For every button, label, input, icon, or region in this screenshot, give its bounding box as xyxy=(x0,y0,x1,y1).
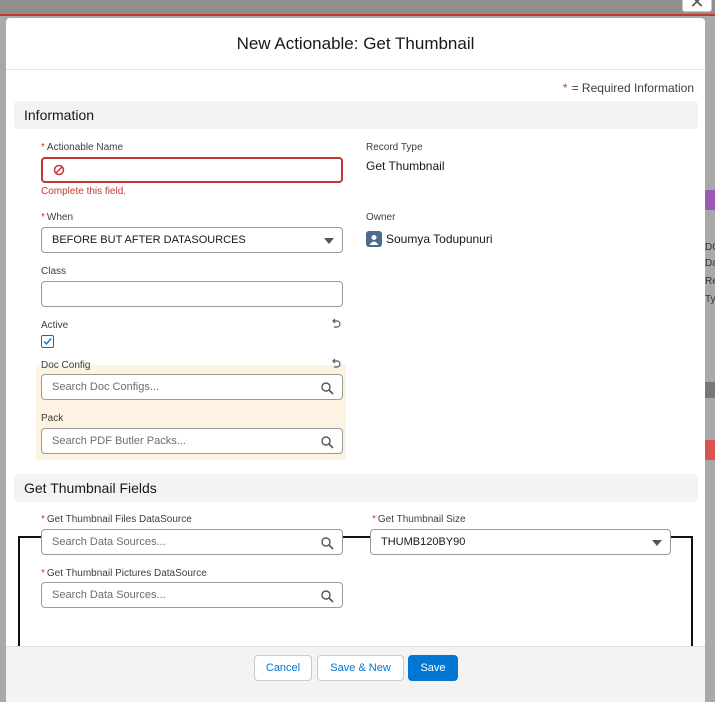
actionable-name-input[interactable] xyxy=(41,157,343,183)
search-icon xyxy=(321,590,334,603)
actionable-name-error: Complete this field. xyxy=(41,186,127,197)
section-title: Get Thumbnail Fields xyxy=(24,480,157,496)
record-type-value: Get Thumbnail xyxy=(366,159,445,173)
actionable-name-label: * Actionable Name xyxy=(41,142,124,153)
section-title: Information xyxy=(24,107,95,123)
close-icon: ✕ xyxy=(689,0,705,12)
active-label: Active xyxy=(41,320,69,331)
backdrop-fragment: DO xyxy=(705,242,715,253)
modal-title: New Actionable: Get Thumbnail xyxy=(236,33,475,53)
chevron-down-icon xyxy=(324,238,334,244)
avatar xyxy=(366,231,382,247)
error-icon xyxy=(53,164,65,176)
cancel-button[interactable]: Cancel xyxy=(254,655,312,681)
search-icon xyxy=(321,436,334,449)
backdrop-fragment: Ty xyxy=(705,294,715,305)
backdrop-purple-tag xyxy=(705,190,715,210)
owner-label: Owner xyxy=(366,212,396,223)
pack-lookup[interactable]: Search PDF Butler Packs... xyxy=(41,428,343,454)
close-button[interactable]: ✕ xyxy=(682,0,712,12)
files-datasource-label: * Get Thumbnail Files DataSource xyxy=(41,514,192,525)
search-icon xyxy=(321,382,334,395)
backdrop-pink-tag xyxy=(705,440,715,460)
modal-footer: Cancel Save & New Save xyxy=(6,646,705,702)
doc-config-lookup[interactable]: Search Doc Configs... xyxy=(41,374,343,400)
class-label: Class xyxy=(41,266,67,277)
class-input[interactable] xyxy=(41,281,343,307)
checkmark-icon xyxy=(43,338,52,346)
when-label: * When xyxy=(41,212,74,223)
undo-icon[interactable] xyxy=(330,317,342,329)
chevron-down-icon xyxy=(652,540,662,546)
save-button[interactable]: Save xyxy=(408,655,458,681)
modal-body: * = Required Information Information * Act… xyxy=(6,70,705,662)
pictures-datasource-lookup[interactable]: Search Data Sources... xyxy=(41,582,343,608)
modal-dialog: New Actionable: Get Thumbnail * = Require… xyxy=(6,18,705,702)
undo-icon[interactable] xyxy=(330,357,342,369)
pack-label: Pack xyxy=(41,413,64,424)
backdrop-grey-tag xyxy=(705,382,715,398)
required-info: * = Required Information xyxy=(563,81,694,95)
search-icon xyxy=(321,537,334,550)
files-datasource-lookup[interactable]: Search Data Sources... xyxy=(41,529,343,555)
backdrop-fragment: Re xyxy=(705,276,715,287)
doc-config-label: Doc Config xyxy=(41,360,91,371)
thumbnail-size-label: * Get Thumbnail Size xyxy=(372,514,466,525)
user-avatar-icon xyxy=(369,234,379,245)
active-checkbox[interactable] xyxy=(41,335,54,348)
thumbnail-size-select[interactable]: THUMB120BY90 xyxy=(370,529,671,555)
when-select[interactable]: BEFORE BUT AFTER DATASOURCES xyxy=(41,227,343,253)
backdrop-right-strip: DO Da Re Ty xyxy=(705,190,715,460)
owner-link[interactable]: Soumya Todupunuri xyxy=(386,232,493,246)
pictures-datasource-label: * Get Thumbnail Pictures DataSource xyxy=(41,568,207,579)
section-information-header[interactable]: Information xyxy=(14,101,698,129)
backdrop-header xyxy=(0,0,715,16)
section-thumbnail-header[interactable]: Get Thumbnail Fields xyxy=(14,474,698,502)
modal-header: New Actionable: Get Thumbnail xyxy=(6,18,705,70)
required-info-text: = Required Information xyxy=(571,81,694,95)
save-and-new-button[interactable]: Save & New xyxy=(317,655,404,681)
backdrop-fragment: Da xyxy=(705,258,715,269)
required-star: * xyxy=(562,81,568,95)
record-type-label: Record Type xyxy=(366,142,423,153)
